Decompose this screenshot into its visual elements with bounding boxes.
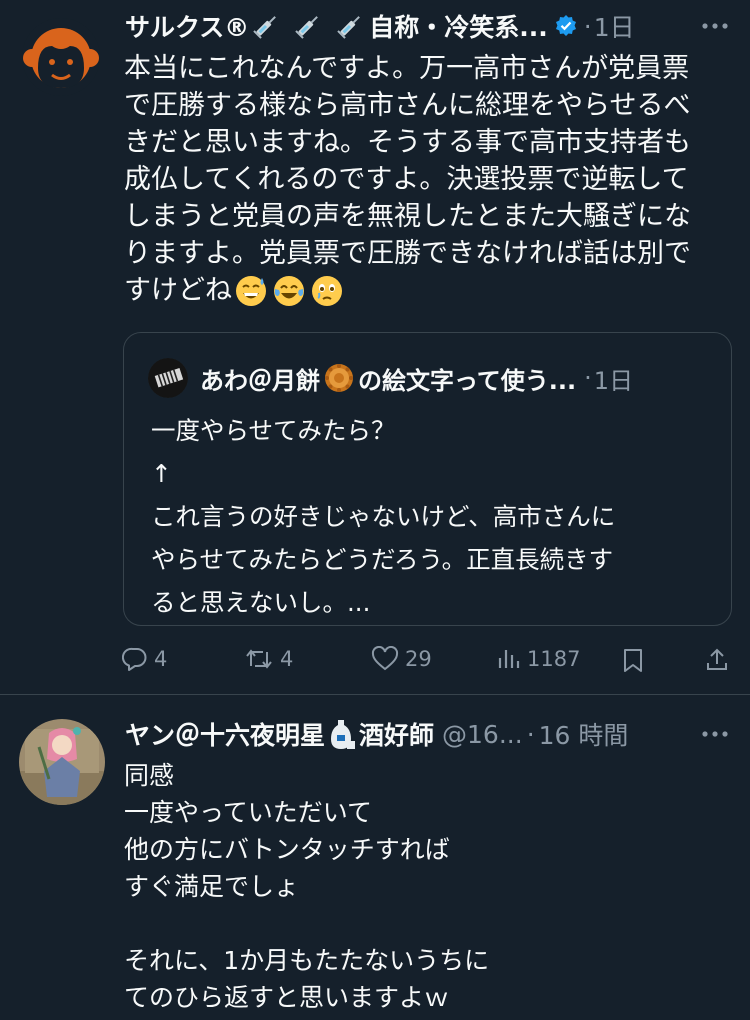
syringe-icon <box>251 11 281 41</box>
retweet-icon <box>246 649 272 669</box>
retweet-button[interactable]: 4 <box>244 646 293 672</box>
like-count: 29 <box>405 647 432 671</box>
display-name-suffix[interactable]: 酒好師 <box>359 716 434 752</box>
tweet-text: 同感 一度やっていただいて 他の方にバトンタッチすれば すぐ満足でしょ それに、… <box>124 761 490 1012</box>
quote-time[interactable]: 1日 <box>594 361 633 396</box>
like-button[interactable]: 29 <box>371 646 432 672</box>
retweet-count: 4 <box>280 647 294 671</box>
quote-avatar[interactable] <box>148 358 188 398</box>
grin-sweat-emoji <box>234 274 268 308</box>
display-name[interactable]: サルクス® <box>125 8 249 44</box>
more-icon[interactable] <box>700 14 730 38</box>
views-count: 1187 <box>527 647 581 671</box>
quote-text: 一度やらせてみたら？ ↑ これ言うの好きじゃないけど、高市さんに やらせてみたら… <box>151 416 616 617</box>
handle[interactable]: @16... <box>442 720 523 749</box>
quote-display-name[interactable]: あわ＠月餅 <box>200 361 320 396</box>
tweet-time[interactable]: 16 時間 <box>539 716 629 752</box>
syringe-icon <box>335 11 365 41</box>
mooncake-emoji <box>322 361 356 395</box>
tweet-text: 本当にこれなんですよ。万一高市さんが党員票 で圧勝する様なら高市さんに総理をやら… <box>124 53 691 308</box>
share-icon[interactable] <box>705 647 729 673</box>
display-name-suffix[interactable]: 自称・冷笑系... <box>369 8 548 44</box>
reply-count: 4 <box>154 647 168 671</box>
more-icon[interactable] <box>700 722 730 746</box>
quote-name-suffix[interactable]: の絵文字って使う... <box>358 361 576 396</box>
like-icon <box>371 646 399 671</box>
reply-button[interactable]: 4 <box>122 646 167 672</box>
tweet-header: サルクス® 自称・冷笑系... · 1日 <box>125 6 635 46</box>
display-name[interactable]: ヤン＠十六夜明星 <box>125 716 325 752</box>
reply-icon <box>122 647 147 671</box>
verified-badge-icon <box>554 14 578 38</box>
views-button[interactable]: 1187 <box>497 646 580 672</box>
tears-of-joy-emoji <box>272 274 306 308</box>
tweet-header: ヤン＠十六夜明星 酒好師 @16... · 16 時間 <box>125 714 628 754</box>
tweet-time[interactable]: 1日 <box>594 8 635 44</box>
views-icon <box>498 650 520 668</box>
monkey-avatar[interactable] <box>22 18 100 96</box>
quote-header: あわ＠月餅 の絵文字って使う... · 1日 <box>200 360 633 396</box>
tweet-divider <box>0 694 750 695</box>
holding-tears-emoji <box>310 274 344 308</box>
avatar[interactable] <box>19 719 105 805</box>
bookmark-icon[interactable] <box>622 648 644 674</box>
syringe-icon <box>293 11 323 41</box>
sake-icon <box>327 717 357 751</box>
